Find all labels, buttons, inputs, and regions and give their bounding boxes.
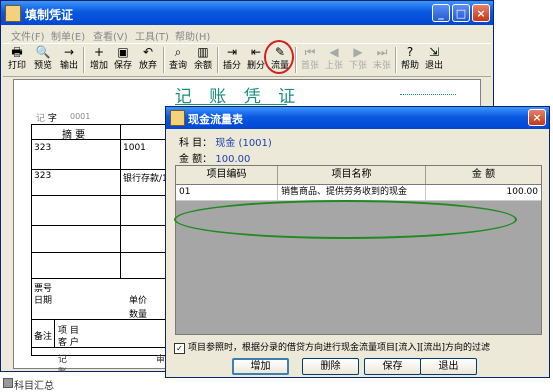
insert-entry-button[interactable]: ⇥ 插分: [221, 45, 243, 74]
first-icon: ⏮: [304, 45, 316, 59]
summary-icon: [3, 378, 13, 388]
filter-label: 项目参照时，根据分录的借贷方向进行现金流量项目[流入][流出]方向的过滤: [188, 343, 491, 353]
preview-button[interactable]: 🔍 预览: [32, 45, 54, 74]
binoculars-button[interactable]: ⌕ 查询: [167, 45, 189, 74]
dialog-title-bar[interactable]: 现金流量表 ×: [166, 107, 549, 129]
reviewer-label: 审: [156, 355, 166, 365]
date-label: 日期: [34, 296, 53, 306]
subject-value: 现金 (1001): [215, 138, 272, 149]
toolbar-label: 退出: [424, 61, 443, 71]
subject-summary-item[interactable]: 科目汇总: [14, 377, 54, 392]
menu-view[interactable]: 查看(V): [93, 28, 128, 43]
save-icon: ▣: [117, 45, 129, 59]
filter-checkbox[interactable]: ✓: [174, 343, 185, 354]
row1-summary[interactable]: 323: [34, 143, 51, 153]
quantity-label: 数量: [129, 310, 148, 320]
toolbar-label: 输出: [59, 61, 78, 71]
balance-chart-icon: ▥: [197, 45, 209, 59]
export-button[interactable]: → 输出: [58, 45, 80, 74]
binoculars-icon: ⌕: [174, 45, 182, 59]
minimize-button[interactable]: _: [432, 4, 450, 22]
menu-tools[interactable]: 工具(T): [135, 28, 169, 43]
menu-help[interactable]: 帮助(H): [175, 28, 210, 43]
subject-info: 科 目： 现金 (1001): [179, 134, 272, 149]
main-title-bar[interactable]: 填制凭证 _ □ ×: [1, 1, 493, 25]
cash-flow-highlight-circle: [264, 40, 294, 74]
add-icon: +: [93, 45, 105, 59]
cash-flow-grid: 项目编码 项目名称 金 额 01 销售商品、提供劳务收到的现金 100.00: [174, 165, 542, 335]
summary-header: 摘 要: [62, 130, 86, 141]
print-button[interactable]: 🖶 打印: [6, 45, 28, 74]
toolbar: 🖶 打印 🔍 预览 → 输出 + 增加 ▣ 保存 ↶ 放弃 ⌕ 查询 ▥ 余额 ⇥ 插分 ⇤ 删分 ✎ 流量 ⏮ 首张 ◀ 上张 ▶…: [3, 40, 491, 77]
save-button[interactable]: ▣ 保存: [112, 45, 134, 74]
grid-header: 项目编码 项目名称 金 额: [176, 166, 541, 185]
toolbar-label: 余额: [193, 61, 212, 71]
delete-button[interactable]: 删除: [302, 358, 359, 375]
balance-chart-button[interactable]: ▥ 余额: [192, 45, 214, 74]
dialog-title: 现金流量表: [188, 113, 243, 126]
main-window-title: 填制凭证: [25, 8, 74, 22]
dialog-app-icon: [170, 110, 185, 126]
table-row[interactable]: 01 销售商品、提供劳务收到的现金 100.00: [176, 185, 541, 201]
remark-label: 备注: [34, 332, 53, 342]
dialog-close-button[interactable]: ×: [528, 109, 546, 126]
close-button[interactable]: ×: [472, 4, 490, 22]
customer-label: 客 户: [58, 338, 79, 348]
exit-icon: ⇲: [428, 45, 440, 59]
toolbar-label: 放弃: [138, 61, 157, 71]
save-button[interactable]: 保存: [364, 358, 421, 375]
toolbar-label: 末张: [372, 61, 391, 71]
preview-icon: 🔍: [35, 45, 51, 59]
voucher-word: 记: [36, 114, 46, 124]
last-button: ⏭ 末张: [371, 45, 393, 74]
help-icon: ?: [406, 45, 414, 59]
voucher-word-label: 记 字: [36, 111, 57, 124]
menu-bar: 文件(F) 制单(E) 查看(V) 工具(T) 帮助(H): [3, 26, 491, 43]
add-button[interactable]: + 增加: [88, 45, 110, 74]
first-button: ⏮ 首张: [299, 45, 321, 74]
row2-account[interactable]: 银行存款/1: [123, 171, 168, 184]
row2-summary[interactable]: 323: [34, 171, 51, 181]
help-button[interactable]: ? 帮助: [399, 45, 421, 74]
highlight-ellipse: [174, 200, 517, 239]
previous-icon: ◀: [329, 45, 339, 59]
voucher-word-suffix: 字: [47, 114, 57, 124]
voucher-entry-table: 摘 要 323 1001 323 银行存款/1 票号 日期 单价 数量 备注 项…: [31, 124, 173, 356]
amount-value: 100.00: [215, 154, 251, 165]
print-icon: 🖶: [11, 45, 23, 59]
voucher-number[interactable]: 0001: [70, 112, 90, 121]
add-button[interactable]: 增加: [232, 358, 289, 375]
exit-button[interactable]: ⇲ 退出: [423, 45, 445, 74]
direction-filter-option[interactable]: ✓ 项目参照时，根据分录的借贷方向进行现金流量项目[流入][流出]方向的过滤: [174, 340, 490, 354]
previous-button: ◀ 上张: [323, 45, 345, 74]
export-icon: →: [63, 45, 75, 59]
row-name[interactable]: 销售商品、提供劳务收到的现金: [278, 185, 426, 200]
exit-button[interactable]: 退出: [420, 358, 477, 375]
menu-file[interactable]: 文件(F): [11, 28, 45, 43]
column-header-amount[interactable]: 金 额: [426, 166, 541, 184]
subject-label: 科 目：: [179, 138, 213, 149]
row1-account[interactable]: 1001: [123, 143, 146, 153]
row-code[interactable]: 01: [176, 185, 278, 200]
next-icon: ▶: [353, 45, 363, 59]
title-dotted-line: [400, 94, 456, 95]
row-amount[interactable]: 100.00: [426, 185, 541, 200]
column-header-name[interactable]: 项目名称: [278, 166, 426, 184]
column-header-code[interactable]: 项目编码: [176, 166, 278, 184]
amount-label: 金 额：: [179, 154, 213, 165]
next-button: ▶ 下张: [347, 45, 369, 74]
amount-info: 金 额： 100.00: [179, 150, 250, 165]
last-icon: ⏭: [376, 45, 388, 59]
cash-flow-dialog: 现金流量表 × 科 目： 现金 (1001) 金 额： 100.00 项目编码 …: [165, 106, 550, 378]
insert-entry-icon: ⇥: [226, 45, 238, 59]
voucher-app-icon: [5, 5, 21, 22]
unit-price-label: 单价: [129, 296, 148, 306]
maximize-button[interactable]: □: [452, 4, 470, 22]
menu-make[interactable]: 制单(E): [51, 28, 85, 43]
undo-button[interactable]: ↶ 放弃: [137, 45, 159, 74]
undo-icon: ↶: [142, 45, 154, 59]
